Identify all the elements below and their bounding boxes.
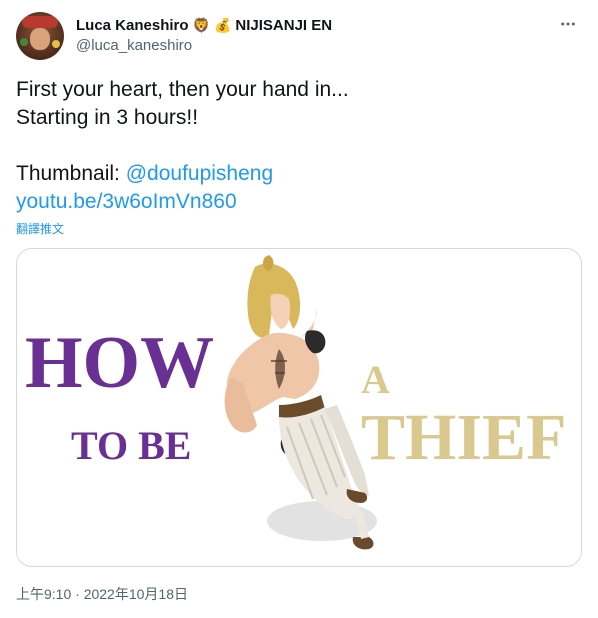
tweet-text: First your heart, then your hand in... S…: [16, 76, 582, 216]
translate-tweet-link[interactable]: 翻譯推文: [16, 220, 64, 237]
tweet-header: Luca Kaneshiro 🦁 💰 NIJISANJI EN @luca_ka…: [16, 12, 582, 60]
more-options-button[interactable]: [556, 14, 580, 34]
tweet-line-2: Starting in 3 hours!!: [16, 106, 199, 129]
avatar-hat: [22, 16, 58, 28]
display-name-row[interactable]: Luca Kaneshiro 🦁 💰 NIJISANJI EN: [76, 15, 332, 35]
thumbnail-label: Thumbnail:: [16, 162, 126, 185]
tweet-line-1: First your heart, then your hand in...: [16, 78, 349, 101]
display-name[interactable]: Luca Kaneshiro: [76, 17, 189, 34]
avatar[interactable]: [16, 12, 64, 60]
author-names: Luca Kaneshiro 🦁 💰 NIJISANJI EN @luca_ka…: [76, 15, 332, 55]
video-link[interactable]: youtu.be/3w6oImVn860: [16, 190, 237, 213]
avatar-decoration: [52, 40, 60, 48]
money-bag-emoji-icon: 💰: [213, 17, 232, 33]
avatar-decoration: [20, 38, 28, 46]
thumbnail-credit-line: Thumbnail: @doufupisheng: [16, 160, 582, 188]
lion-emoji-icon: 🦁: [192, 17, 210, 33]
thumbnail-word-how: HOW: [25, 322, 214, 404]
mention-link[interactable]: @doufupisheng: [126, 162, 273, 185]
thumbnail-word-thief: THIEF: [361, 401, 566, 474]
org-name: NIJISANJI EN: [235, 16, 333, 34]
more-horizontal-icon: [561, 22, 575, 26]
thumbnail-word-to-be: TO BE: [71, 423, 191, 468]
tweet-media-image[interactable]: HOW TO BE A THIEF: [16, 248, 582, 567]
avatar-face: [30, 28, 50, 50]
thumbnail-word-a: A: [361, 357, 390, 402]
thumbnail-artwork: HOW TO BE A THIEF: [17, 249, 581, 566]
user-handle[interactable]: @luca_kaneshiro: [76, 37, 332, 54]
tweet-timestamp[interactable]: 上午9:10 · 2022年10月18日: [16, 584, 188, 604]
